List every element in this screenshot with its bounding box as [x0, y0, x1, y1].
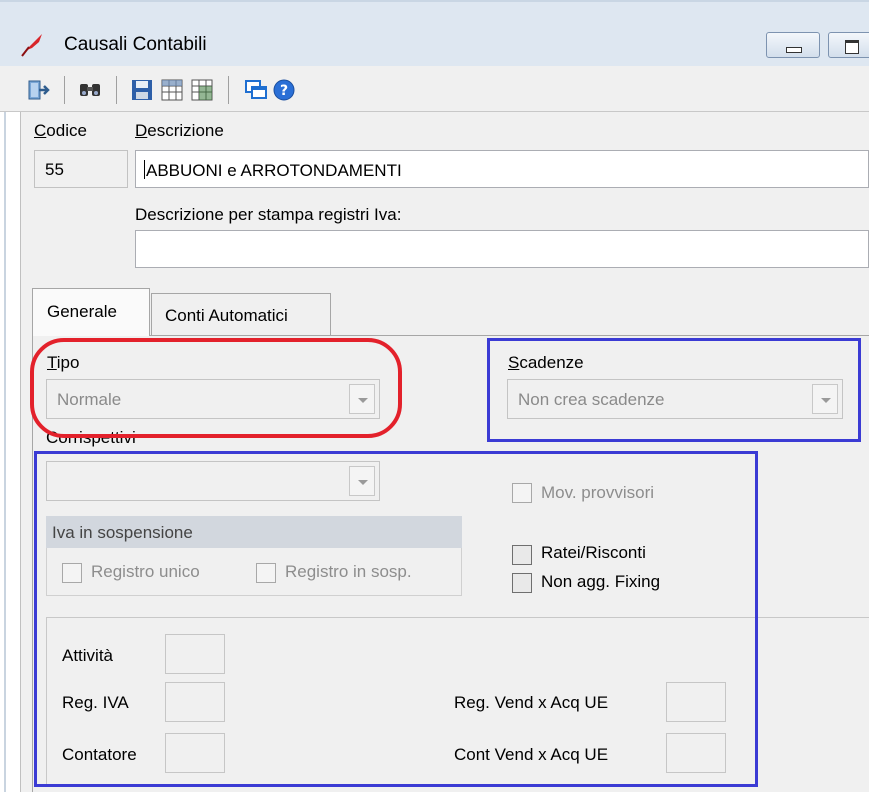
find-icon[interactable]: [78, 78, 102, 102]
app-feather-icon: [21, 34, 42, 57]
windows-icon[interactable]: [244, 78, 268, 102]
descrizione-field[interactable]: ABBUONI e ARROTONDAMENTI: [135, 150, 869, 188]
help-icon[interactable]: ?: [272, 78, 296, 102]
codice-value: 55: [45, 160, 64, 179]
save-icon[interactable]: [130, 78, 154, 102]
window-title: Causali Contabili: [64, 34, 207, 55]
title-bar: [0, 0, 869, 66]
blue-highlight-main: [34, 451, 758, 787]
exit-icon[interactable]: [26, 78, 50, 102]
toolbar-separator: [64, 76, 65, 104]
maximize-button[interactable]: [828, 32, 869, 58]
descrizione-text: ABBUONI e ARROTONDAMENTI: [144, 160, 402, 181]
descr-stampa-field[interactable]: [135, 230, 869, 268]
svg-text:?: ?: [280, 83, 288, 99]
text-caret: [144, 160, 145, 179]
grid-alt-icon[interactable]: [190, 78, 214, 102]
minimize-button[interactable]: [766, 32, 820, 58]
tab-generale[interactable]: Generale: [32, 288, 150, 336]
toolbar-separator: [228, 76, 229, 104]
descr-stampa-label: Descrizione per stampa registri Iva:: [135, 205, 402, 224]
tab-generale-label: Generale: [47, 302, 117, 321]
grid-icon[interactable]: [160, 78, 184, 102]
tab-conti-automatici-label: Conti Automatici: [165, 306, 288, 325]
descrizione-label: Descrizione: [135, 121, 224, 140]
left-edge: [0, 112, 20, 792]
codice-field[interactable]: 55: [34, 150, 128, 188]
toolbar-separator: [116, 76, 117, 104]
tab-conti-automatici[interactable]: Conti Automatici: [151, 293, 331, 335]
codice-label: Codice: [34, 121, 87, 140]
descrizione-value: ABBUONI e ARROTONDAMENTI: [146, 161, 402, 180]
red-highlight-outline: [30, 338, 402, 438]
blue-highlight-scadenze: [487, 338, 861, 442]
